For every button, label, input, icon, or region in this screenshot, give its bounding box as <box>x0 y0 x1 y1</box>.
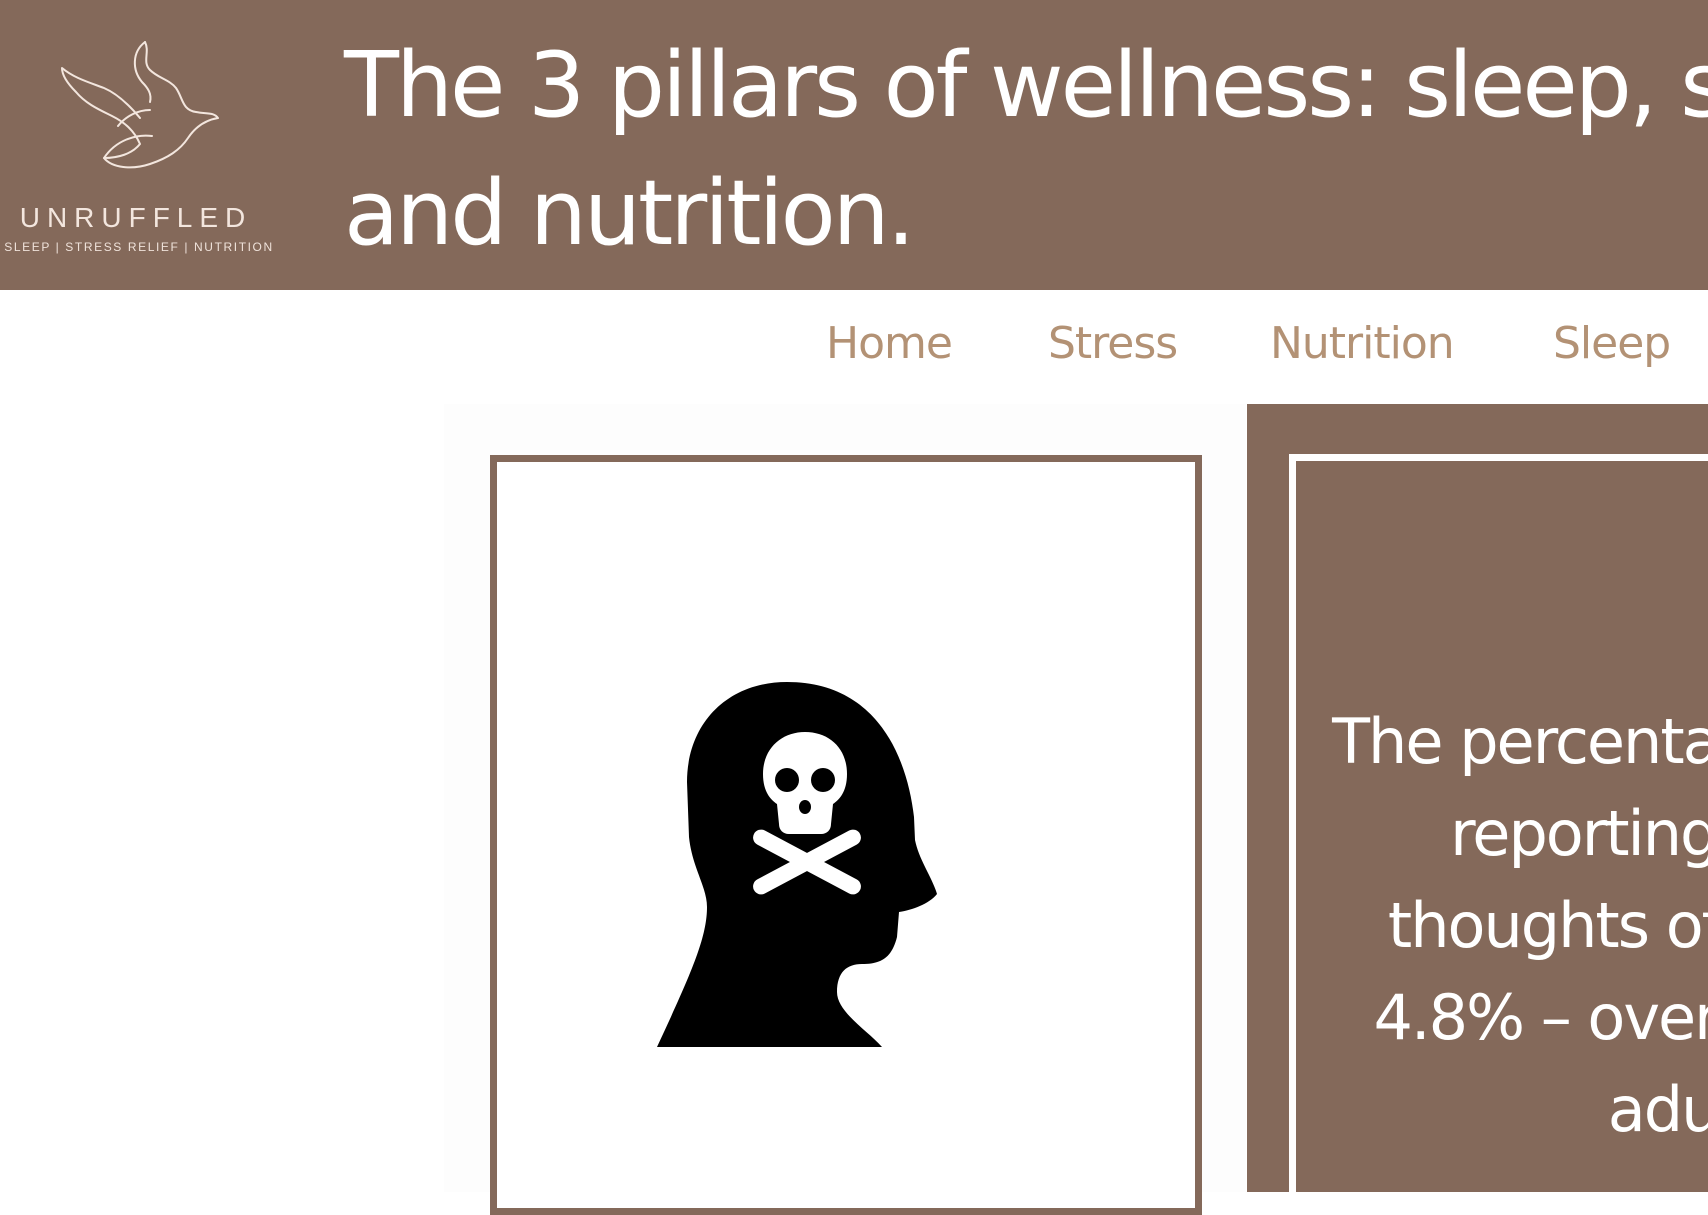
site-header: UNRUFFLED SLEEP | STRESS RELIEF | NUTRIT… <box>0 0 1708 290</box>
head-with-skull-and-crossbones-icon <box>657 682 937 1047</box>
nav-link-nutrition[interactable]: Nutrition <box>1270 318 1455 369</box>
nav-link-stress[interactable]: Stress <box>1048 318 1178 369</box>
image-card <box>490 455 1202 1215</box>
page-title: The 3 pillars of wellness: sleep, stress… <box>344 33 1708 266</box>
site-logo[interactable]: UNRUFFLED SLEEP | STRESS RELIEF | NUTRIT… <box>0 30 290 254</box>
stat-text: The percentage of adults reporting serio… <box>1332 705 1708 1146</box>
stat-panel: The percentage of adults reporting serio… <box>1247 404 1708 1192</box>
dove-icon <box>61 41 219 169</box>
nav-link-home[interactable]: Home <box>826 318 953 369</box>
logo-brand-name: UNRUFFLED <box>19 202 253 233</box>
logo-tagline: SLEEP | STRESS RELIEF | NUTRITION <box>4 240 274 254</box>
nav-link-sleep[interactable]: Sleep <box>1553 318 1671 369</box>
main-nav: Home Stress Nutrition Sleep <box>0 290 1708 400</box>
